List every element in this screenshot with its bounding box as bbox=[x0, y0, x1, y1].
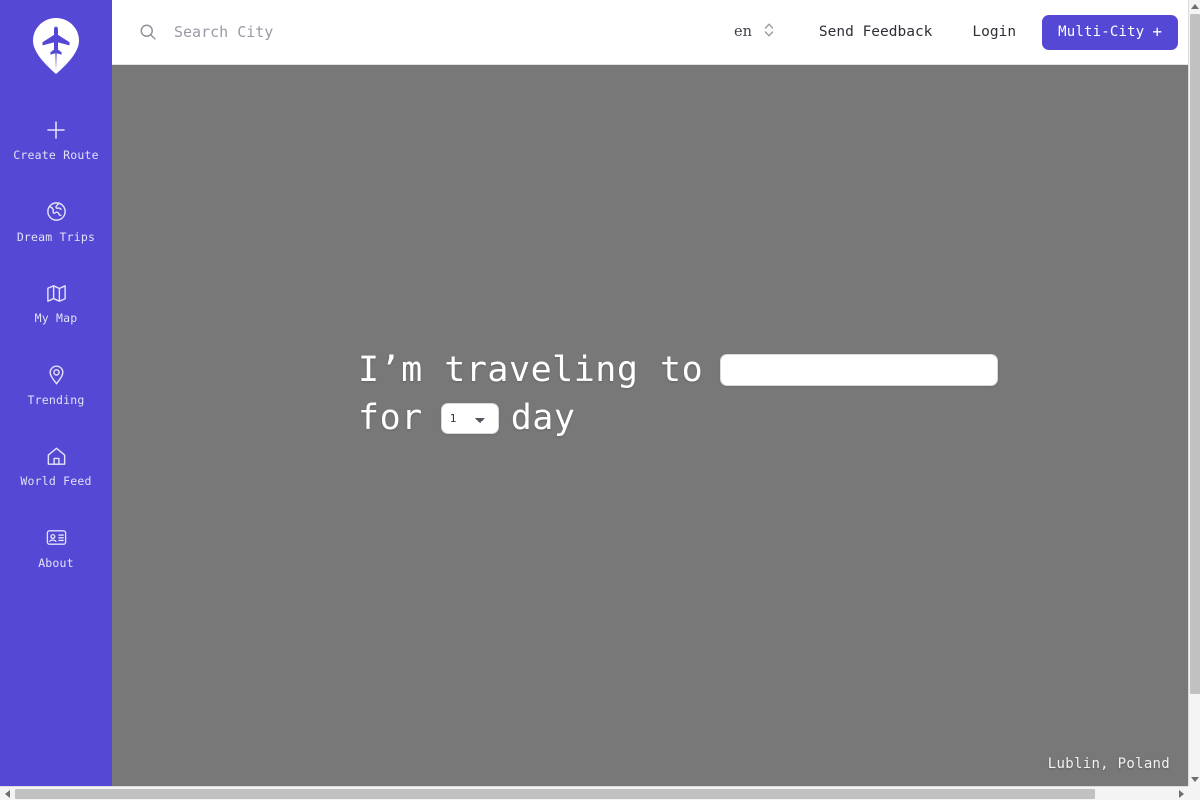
folded-map-icon bbox=[43, 280, 69, 306]
map-pin-airplane-logo-icon bbox=[33, 18, 79, 74]
sidebar-item-world-feed[interactable]: World Feed bbox=[0, 434, 112, 497]
sidebar-item-about[interactable]: About bbox=[0, 516, 112, 579]
sidebar-item-my-map[interactable]: My Map bbox=[0, 271, 112, 334]
search-icon bbox=[138, 22, 158, 42]
id-card-icon bbox=[43, 525, 69, 551]
map-canvas[interactable]: I’m traveling to for 1234567 day Lublin,… bbox=[112, 65, 1188, 786]
sidebar-item-label: About bbox=[38, 555, 74, 570]
destination-input[interactable] bbox=[720, 354, 998, 386]
search-bar[interactable] bbox=[138, 0, 734, 64]
sidebar-item-label: Create Route bbox=[13, 148, 99, 162]
scrollbar-corner bbox=[1188, 786, 1200, 800]
vertical-scroll-thumb[interactable] bbox=[1190, 14, 1200, 694]
header-actions: en Send Feedback Login Multi-City + bbox=[734, 14, 1179, 50]
sidebar-nav: Create Route Dream Trips My Map Trending… bbox=[0, 108, 112, 597]
horizontal-scroll-thumb[interactable] bbox=[15, 789, 1095, 799]
sidebar-item-create-route[interactable]: Create Route bbox=[0, 108, 112, 171]
vertical-scrollbar[interactable] bbox=[1188, 0, 1200, 786]
scroll-up-arrow[interactable] bbox=[1189, 0, 1200, 13]
sidebar-item-trending[interactable]: Trending bbox=[0, 353, 112, 416]
current-city-label: Lublin, Poland bbox=[1047, 756, 1170, 772]
days-select[interactable]: 1234567 bbox=[440, 402, 499, 434]
sidebar-item-label: My Map bbox=[34, 311, 78, 325]
multi-city-button[interactable]: Multi-City + bbox=[1042, 14, 1179, 50]
app-root: Create Route Dream Trips My Map Trending… bbox=[0, 0, 1200, 800]
scroll-down-arrow[interactable] bbox=[1189, 773, 1200, 786]
scroll-right-arrow[interactable] bbox=[1174, 787, 1188, 800]
plus-icon: + bbox=[1152, 22, 1163, 41]
search-input[interactable] bbox=[174, 15, 734, 49]
language-code: en bbox=[734, 24, 752, 40]
plus-icon bbox=[43, 117, 69, 143]
sidebar-item-dream-trips[interactable]: Dream Trips bbox=[0, 190, 112, 253]
chevron-up-down-icon bbox=[763, 21, 775, 43]
language-selector[interactable]: en bbox=[734, 21, 775, 43]
hero-unit-label: day bbox=[510, 398, 576, 438]
sidebar-item-label: World Feed bbox=[20, 474, 92, 488]
multi-city-label: Multi-City bbox=[1058, 24, 1145, 40]
sidebar: Create Route Dream Trips My Map Trending… bbox=[0, 0, 112, 786]
hero-line-destination: I’m traveling to bbox=[358, 348, 998, 392]
send-feedback-link[interactable]: Send Feedback bbox=[819, 24, 933, 40]
scroll-left-arrow[interactable] bbox=[0, 787, 14, 800]
location-pin-icon bbox=[43, 362, 69, 388]
globe-icon bbox=[43, 199, 69, 225]
trip-builder-hero: I’m traveling to for 1234567 day bbox=[358, 348, 998, 440]
hero-for-label: for bbox=[358, 398, 423, 438]
hero-line-duration: for 1234567 day bbox=[358, 396, 998, 440]
top-header: en Send Feedback Login Multi-City + bbox=[112, 0, 1188, 65]
app-logo[interactable] bbox=[24, 14, 88, 78]
hero-prefix-text: I’m traveling to bbox=[358, 350, 704, 390]
sidebar-item-label: Dream Trips bbox=[16, 229, 96, 244]
sidebar-item-label: Trending bbox=[27, 392, 85, 407]
login-link[interactable]: Login bbox=[972, 24, 1016, 40]
horizontal-scrollbar[interactable] bbox=[0, 786, 1188, 800]
home-icon bbox=[43, 443, 69, 469]
